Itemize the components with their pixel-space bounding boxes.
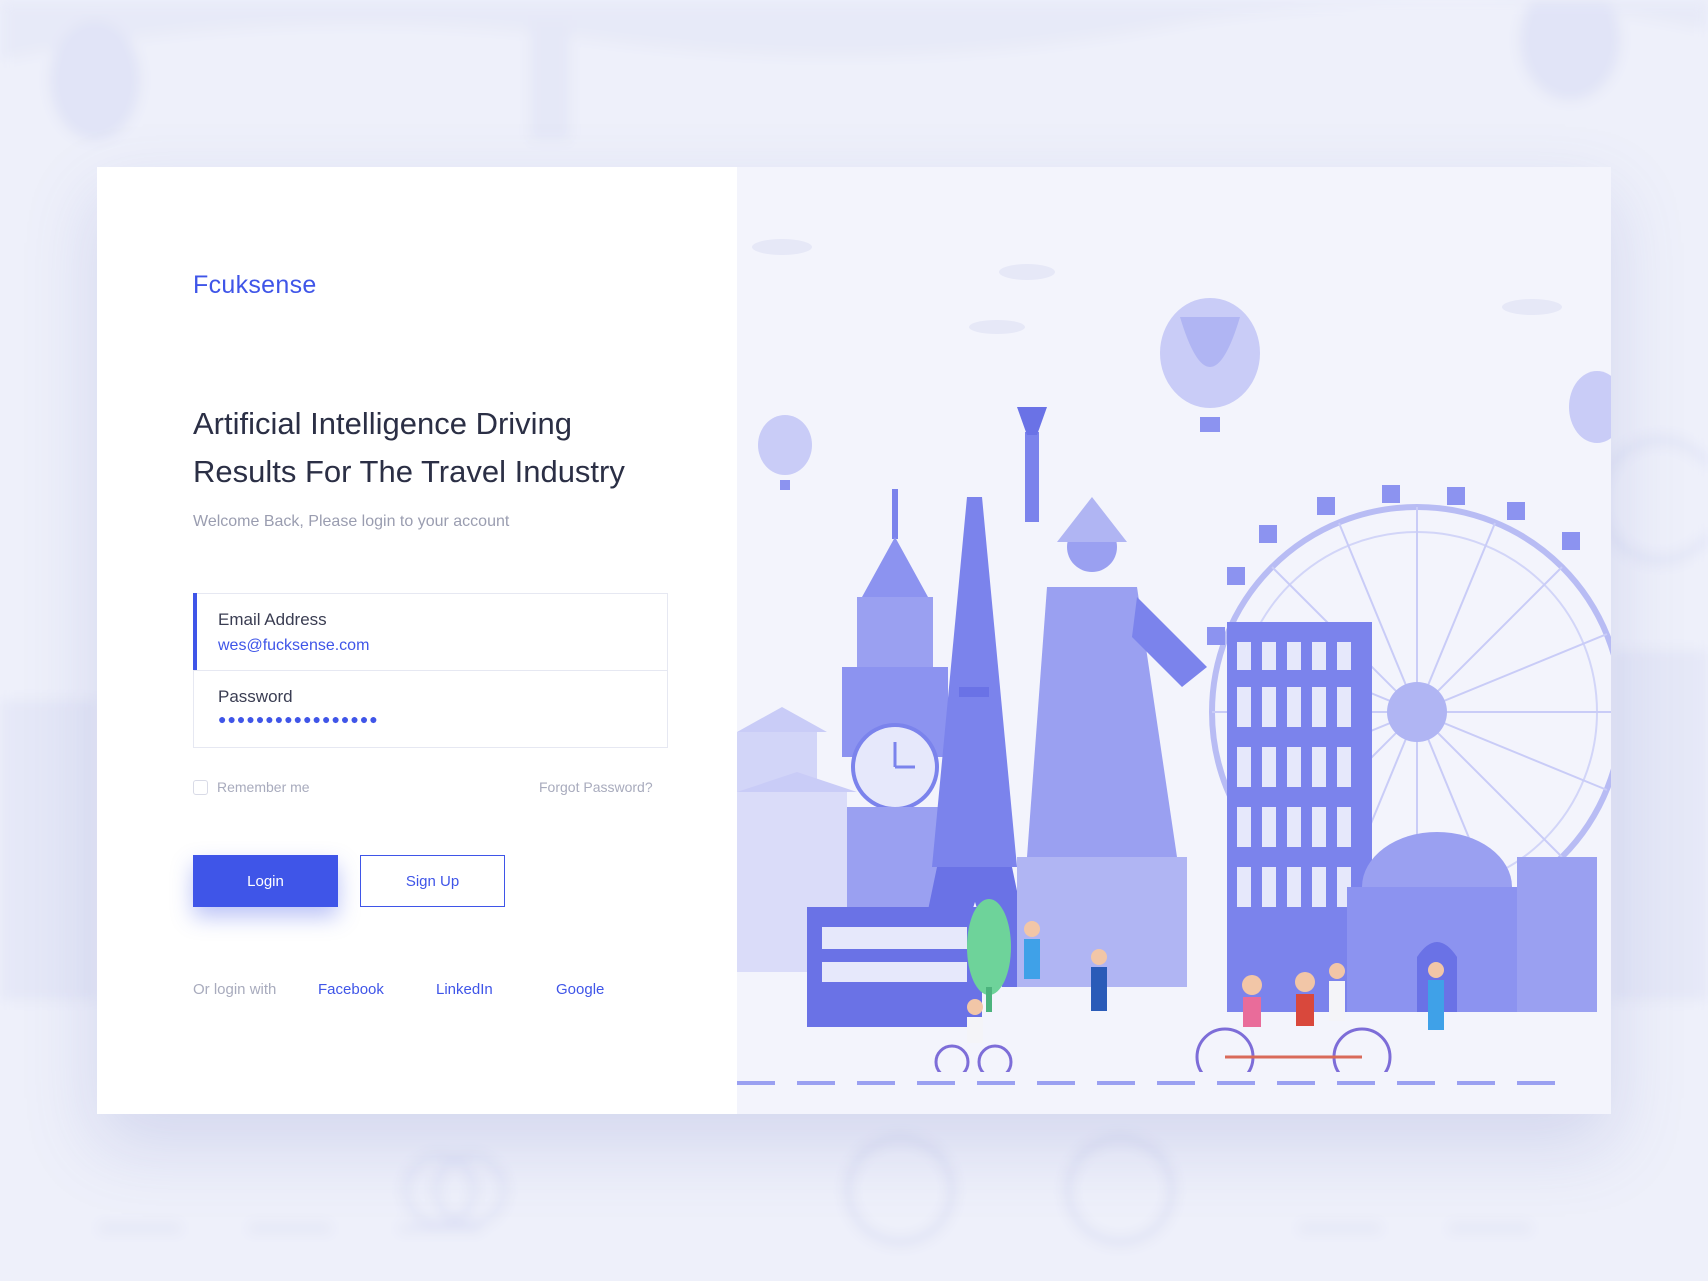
forgot-password-link[interactable]: Forgot Password? — [539, 779, 653, 795]
password-label: Password — [218, 687, 293, 706]
statue-of-liberty-icon — [1017, 407, 1207, 987]
remember-checkbox[interactable] — [193, 779, 208, 795]
email-label: Email Address — [218, 610, 327, 629]
social-prompt: Or login with — [193, 981, 277, 998]
signup-button[interactable]: Sign Up — [360, 855, 505, 907]
remember-label: Remember me — [217, 779, 310, 795]
balloon-icon — [1160, 298, 1260, 432]
bus-icon — [807, 907, 982, 1027]
brand-logo: Fcuksense — [193, 271, 317, 299]
linkedin-login-link[interactable]: LinkedIn — [436, 981, 556, 998]
login-panel: Fcuksense Artificial Intelligence Drivin… — [97, 167, 737, 1114]
login-card: Fcuksense Artificial Intelligence Drivin… — [97, 167, 1611, 1114]
travel-landmarks-illustration — [737, 239, 1611, 1114]
balloon-icon — [758, 415, 812, 490]
facebook-login-link[interactable]: Facebook — [318, 981, 436, 998]
headline-line-2: Results For The Travel Industry — [193, 454, 625, 489]
social-login: Or login with Facebook LinkedIn Google — [193, 981, 604, 998]
travel-illustration-panel — [737, 167, 1611, 1114]
headline-line-1: Artificial Intelligence Driving — [193, 406, 573, 441]
page-title: Artificial Intelligence Driving Results … — [193, 400, 713, 496]
palace-icon — [1347, 832, 1597, 1012]
email-input[interactable]: wes@fucksense.com — [218, 637, 667, 655]
remember-me[interactable]: Remember me — [193, 779, 310, 795]
email-field[interactable]: Email Address wes@fucksense.com — [193, 593, 667, 671]
google-login-link[interactable]: Google — [556, 981, 604, 998]
login-form: Email Address wes@fucksense.com Password… — [193, 593, 668, 748]
login-button[interactable]: Login — [193, 855, 338, 907]
password-input[interactable]: ●●●●●●●●●●●●●●●●● — [218, 711, 667, 727]
password-field[interactable]: Password ●●●●●●●●●●●●●●●●● — [194, 671, 667, 748]
balloon-icon — [1569, 371, 1611, 443]
welcome-subtitle: Welcome Back, Please login to your accou… — [193, 513, 510, 530]
